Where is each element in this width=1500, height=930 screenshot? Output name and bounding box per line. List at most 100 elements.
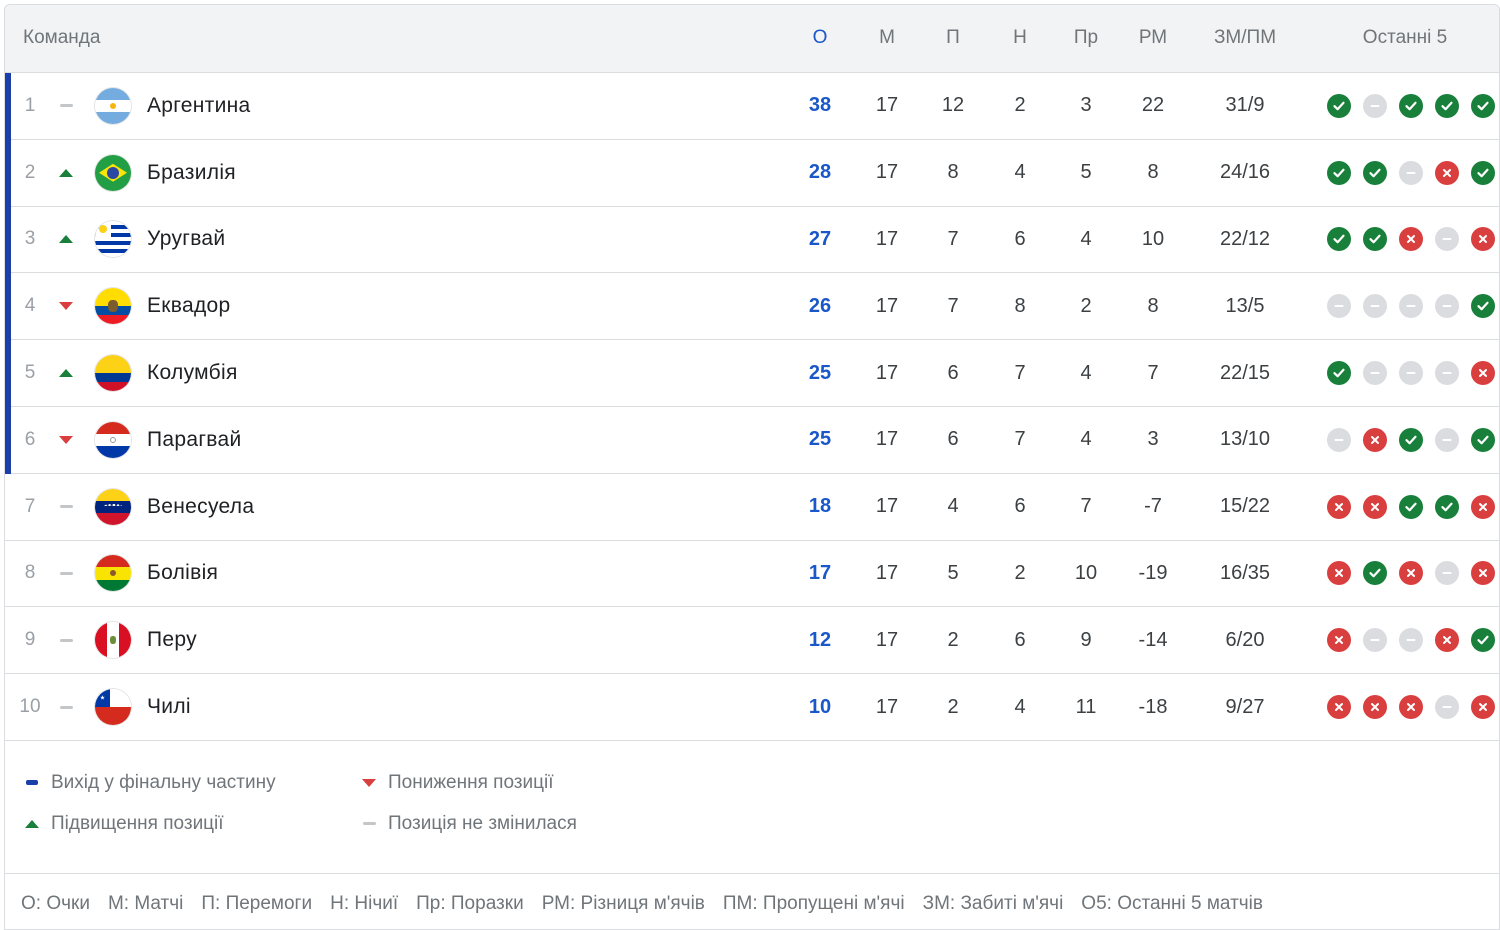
legend-qualified-label: Вихід у фінальну частину — [51, 771, 276, 793]
win-check-icon[interactable] — [1363, 561, 1387, 586]
position-cell: 3 — [24, 228, 36, 250]
table-row[interactable]: 9 Перу 12 17 2 6 9 -14 6/20 — [5, 607, 1499, 675]
win-check-icon[interactable] — [1327, 160, 1351, 185]
loss-cross-icon[interactable] — [1399, 561, 1423, 586]
win-check-icon[interactable] — [1327, 93, 1351, 118]
paraguay-flag-icon — [95, 421, 131, 458]
loss-cross-icon[interactable] — [1327, 494, 1351, 519]
loss-cross-icon[interactable] — [1399, 695, 1423, 720]
draw-dash-icon[interactable] — [1399, 160, 1423, 185]
loss-cross-icon[interactable] — [1471, 695, 1495, 720]
peru-flag-icon — [95, 622, 131, 659]
loss-cross-icon[interactable] — [1363, 494, 1387, 519]
header-team[interactable]: Команда — [23, 5, 100, 73]
draw-dash-icon[interactable] — [1399, 294, 1423, 319]
draw-dash-icon[interactable] — [1363, 628, 1387, 653]
win-check-icon[interactable] — [1471, 628, 1495, 653]
legend-up: Підвищення позиції — [23, 813, 224, 835]
team-name[interactable]: Болівія — [147, 541, 218, 607]
table-row[interactable]: 8 Болівія 17 17 5 2 10 -19 16/35 — [5, 541, 1499, 608]
draw-dash-icon[interactable] — [1363, 294, 1387, 319]
draw-dash-icon[interactable] — [1435, 227, 1459, 252]
team-name[interactable]: Чилі — [147, 674, 191, 740]
loss-cross-icon[interactable] — [1435, 628, 1459, 653]
draw-dash-icon[interactable] — [1435, 427, 1459, 452]
win-check-icon[interactable] — [1471, 160, 1495, 185]
team-name[interactable]: Перу — [147, 607, 197, 673]
wins-cell: 2 — [947, 628, 959, 651]
win-check-icon[interactable] — [1399, 427, 1423, 452]
win-check-icon[interactable] — [1471, 427, 1495, 452]
draw-dash-icon[interactable] — [1435, 695, 1459, 720]
loss-cross-icon[interactable] — [1327, 695, 1351, 720]
header-played[interactable]: М — [862, 5, 912, 73]
trend-indicator — [55, 340, 77, 406]
losses-cell: 3 — [1080, 94, 1092, 117]
draw-dash-icon[interactable] — [1399, 361, 1423, 386]
win-check-icon[interactable] — [1327, 227, 1351, 252]
table-row[interactable]: 10 Чилі 10 17 2 4 11 -18 9/27 — [5, 674, 1499, 741]
team-name[interactable]: Венесуела — [147, 474, 254, 540]
table-row[interactable]: 4 Еквадор 26 17 7 8 2 8 13/5 — [5, 273, 1499, 341]
table-row[interactable]: 2 Бразилія 28 17 8 4 5 8 24/16 — [5, 139, 1499, 207]
table-row[interactable]: 6 Парагвай 25 17 6 7 4 3 13/10 — [5, 406, 1499, 474]
header-losses[interactable]: Пр — [1061, 5, 1111, 73]
team-name[interactable]: Парагвай — [147, 407, 242, 473]
chile-flag-icon — [95, 689, 131, 726]
loss-cross-icon[interactable] — [1471, 361, 1495, 386]
points-cell: 10 — [808, 695, 832, 718]
draws-cell: 6 — [1014, 227, 1026, 250]
last5-results — [1323, 207, 1499, 273]
draw-dash-icon[interactable] — [1435, 561, 1459, 586]
draw-dash-icon[interactable] — [1435, 294, 1459, 319]
win-check-icon[interactable] — [1435, 93, 1459, 118]
loss-cross-icon[interactable] — [1327, 561, 1351, 586]
win-check-icon[interactable] — [1435, 494, 1459, 519]
qualified-marker-icon — [26, 780, 38, 786]
goal-diff-cell: 8 — [1147, 294, 1159, 317]
header-draws[interactable]: Н — [995, 5, 1045, 73]
win-check-icon[interactable] — [1399, 494, 1423, 519]
loss-cross-icon[interactable] — [1363, 427, 1387, 452]
loss-cross-icon[interactable] — [1471, 561, 1495, 586]
header-points[interactable]: О — [795, 5, 845, 73]
win-check-icon[interactable] — [1363, 227, 1387, 252]
table-row[interactable]: 5 Колумбія 25 17 6 7 4 7 22/15 — [5, 340, 1499, 407]
team-name[interactable]: Бразилія — [147, 140, 236, 206]
loss-cross-icon[interactable] — [1399, 227, 1423, 252]
team-name[interactable]: Аргентина — [147, 73, 251, 139]
table-row[interactable]: 3 Уругвай 27 17 7 6 4 10 22/12 — [5, 206, 1499, 274]
draw-dash-icon[interactable] — [1399, 628, 1423, 653]
draw-dash-icon[interactable] — [1363, 361, 1387, 386]
loss-cross-icon[interactable] — [1327, 628, 1351, 653]
goal-diff-cell: 10 — [1141, 227, 1165, 250]
team-name[interactable]: Еквадор — [147, 273, 231, 339]
team-name[interactable]: Колумбія — [147, 340, 238, 406]
draws-cell: 2 — [1014, 561, 1026, 584]
win-check-icon[interactable] — [1471, 93, 1495, 118]
loss-cross-icon[interactable] — [1471, 227, 1495, 252]
header-goal-diff[interactable]: РМ — [1123, 5, 1183, 73]
table-row[interactable]: 1 Аргентина 38 17 12 2 3 22 31/9 — [5, 73, 1499, 140]
draw-dash-icon[interactable] — [1435, 361, 1459, 386]
header-goals[interactable]: ЗМ/ПМ — [1195, 5, 1295, 73]
legend-same: Позиція не змінилася — [360, 813, 577, 835]
win-check-icon[interactable] — [1327, 361, 1351, 386]
wins-cell: 7 — [947, 227, 959, 250]
loss-cross-icon[interactable] — [1471, 494, 1495, 519]
draw-dash-icon[interactable] — [1327, 427, 1351, 452]
table-row[interactable]: 7 Венесуела 18 17 4 6 7 -7 15/22 — [5, 474, 1499, 541]
draws-cell: 8 — [1014, 294, 1026, 317]
draw-dash-icon[interactable] — [1363, 93, 1387, 118]
legend: Вихід у фінальну частину Підвищення пози… — [5, 741, 1499, 874]
team-name[interactable]: Уругвай — [147, 207, 225, 273]
loss-cross-icon[interactable] — [1435, 160, 1459, 185]
header-wins[interactable]: П — [928, 5, 978, 73]
win-check-icon[interactable] — [1471, 294, 1495, 319]
draws-cell: 2 — [1014, 94, 1026, 117]
draw-dash-icon[interactable] — [1327, 294, 1351, 319]
win-check-icon[interactable] — [1399, 93, 1423, 118]
loss-cross-icon[interactable] — [1363, 695, 1387, 720]
win-check-icon[interactable] — [1363, 160, 1387, 185]
played-cell: 17 — [875, 561, 899, 584]
